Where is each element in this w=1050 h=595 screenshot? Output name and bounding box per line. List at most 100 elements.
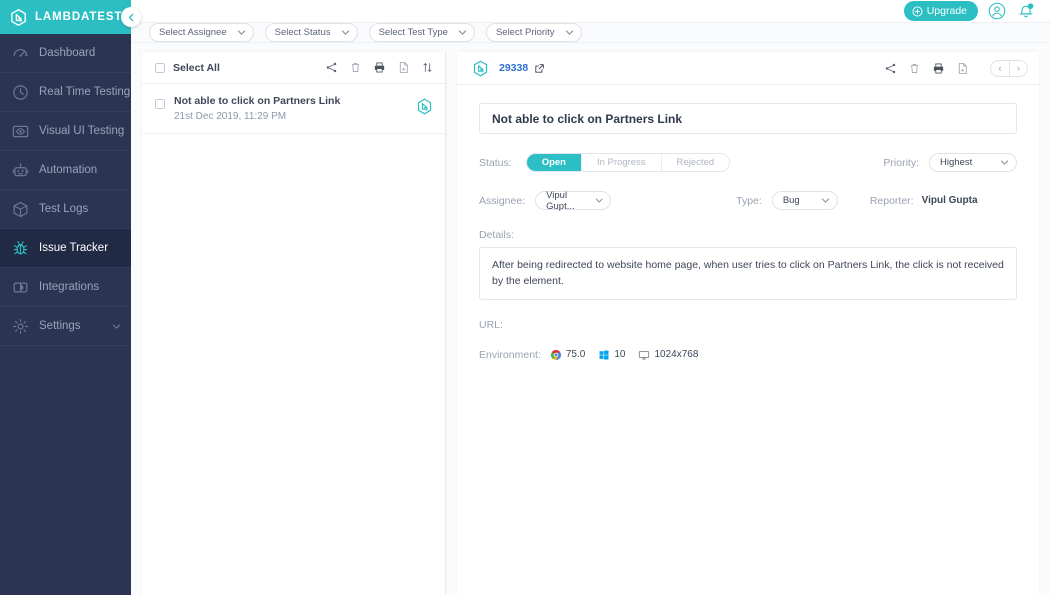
puzzle-icon [11, 278, 30, 297]
type-select[interactable]: Bug [772, 191, 838, 210]
list-item-date: 21st Dec 2019, 11:29 PM [174, 111, 340, 122]
lambdatest-hexagon-logo [471, 59, 490, 78]
issue-title: Not able to click on Partners Link [492, 112, 682, 126]
environment-label: Environment: [479, 349, 541, 361]
filter-label: Select Assignee [159, 27, 227, 38]
print-icon[interactable] [373, 61, 386, 74]
pdf-file-icon[interactable] [956, 62, 969, 75]
bug-icon [11, 239, 30, 258]
status-segmented-control: Open In Progress Rejected [526, 153, 730, 172]
windows-icon [598, 349, 610, 361]
app-root: LAMBDATEST Dashboard [0, 0, 1050, 595]
eye-screen-icon [11, 122, 30, 141]
topbar: Upgrade [131, 0, 1050, 22]
environment-os-value: 10 [614, 349, 625, 360]
environment-os: 10 [598, 349, 625, 361]
sidebar-item-label: Automation [39, 164, 97, 176]
details-textarea[interactable]: After being redirected to website home p… [479, 247, 1017, 300]
lambdatest-hexagon-logo [9, 8, 28, 27]
sidebar-item-integrations[interactable]: Integrations [0, 268, 131, 307]
monitor-icon [638, 349, 650, 361]
sidebar-item-settings[interactable]: Settings [0, 307, 131, 346]
trash-icon[interactable] [349, 61, 362, 74]
issue-list-panel: Select All [142, 52, 446, 595]
chevron-down-icon [341, 28, 350, 37]
chevron-left-icon [127, 13, 136, 22]
sidebar-collapse-button[interactable] [121, 7, 141, 27]
chevron-down-icon [458, 28, 467, 37]
filter-select-priority[interactable]: Select Priority [486, 23, 582, 42]
print-icon[interactable] [932, 62, 945, 75]
sidebar-item-label: Test Logs [39, 203, 88, 215]
box-icon [11, 200, 30, 219]
plus-circle-icon [912, 6, 923, 17]
content-area: Select All [131, 43, 1050, 595]
issue-id[interactable]: 29338 [499, 62, 528, 74]
share-icon[interactable] [884, 62, 897, 75]
external-link-icon[interactable] [534, 63, 545, 74]
pdf-file-icon[interactable] [397, 61, 410, 74]
issue-title-field[interactable]: Not able to click on Partners Link [479, 103, 1017, 134]
sidebar-item-label: Settings [39, 320, 81, 332]
list-item-checkbox[interactable] [155, 99, 165, 109]
sidebar-item-automation[interactable]: Automation [0, 151, 131, 190]
sidebar-item-dashboard[interactable]: Dashboard [0, 34, 131, 73]
sidebar-item-issue-tracker[interactable]: Issue Tracker [0, 229, 131, 268]
details-label: Details: [479, 229, 1017, 241]
detail-toolbar: ‹ › [884, 60, 1028, 77]
type-label: Type: [736, 195, 762, 207]
upgrade-label: Upgrade [927, 5, 967, 17]
environment-browser: 75.0 [550, 349, 585, 361]
details-text: After being redirected to website home p… [492, 259, 1004, 287]
sidebar-item-test-logs[interactable]: Test Logs [0, 190, 131, 229]
status-option-in-progress[interactable]: In Progress [581, 154, 661, 171]
filter-bar: Select Assignee Select Status Select Tes… [131, 22, 1050, 43]
sidebar-item-real-time-testing[interactable]: Real Time Testing [0, 73, 131, 112]
share-icon[interactable] [325, 61, 338, 74]
sidebar-item-label: Visual UI Testing [39, 125, 124, 137]
clock-icon [11, 83, 30, 102]
sidebar-nav: Dashboard Real Time Testing Visual UI Te… [0, 34, 131, 346]
chevron-down-icon [821, 196, 830, 205]
brand-header: LAMBDATEST [0, 0, 131, 34]
reporter-label: Reporter: [870, 195, 914, 207]
assignee-select[interactable]: Vipul Gupt... [535, 191, 611, 210]
sidebar-item-label: Integrations [39, 281, 99, 293]
chevron-down-icon [565, 28, 574, 37]
gauge-icon [11, 44, 30, 63]
priority-select[interactable]: Highest [929, 153, 1017, 172]
detail-pagination: ‹ › [990, 60, 1028, 77]
status-option-open[interactable]: Open [527, 154, 581, 171]
main-area: Upgrade Select Assignee [131, 0, 1050, 595]
filter-label: Select Priority [496, 27, 555, 38]
next-issue-button[interactable]: › [1009, 61, 1027, 76]
upgrade-button[interactable]: Upgrade [904, 1, 978, 21]
list-item-body: Not able to click on Partners Link 21st … [174, 95, 340, 122]
trash-icon[interactable] [908, 62, 921, 75]
priority-value: Highest [940, 157, 972, 168]
robot-icon [11, 161, 30, 180]
list-item[interactable]: Not able to click on Partners Link 21st … [142, 84, 445, 134]
filter-select-assignee[interactable]: Select Assignee [149, 23, 254, 42]
prev-issue-button[interactable]: ‹ [991, 61, 1009, 76]
select-all-label: Select All [173, 62, 220, 74]
sort-icon[interactable] [421, 61, 434, 74]
filter-select-status[interactable]: Select Status [265, 23, 358, 42]
sidebar-item-label: Real Time Testing [39, 86, 130, 98]
status-label: Status: [479, 157, 512, 169]
priority-label: Priority: [883, 157, 919, 169]
issue-detail-panel: 29338 [457, 52, 1039, 595]
url-label: URL: [479, 319, 1017, 331]
filter-select-test-type[interactable]: Select Test Type [369, 23, 475, 42]
list-header: Select All [142, 52, 445, 84]
chevron-down-icon [1000, 158, 1009, 167]
select-all-checkbox[interactable] [155, 63, 165, 73]
detail-header: 29338 [457, 52, 1039, 85]
sidebar-item-visual-ui-testing[interactable]: Visual UI Testing [0, 112, 131, 151]
environment-resolution-value: 1024x768 [654, 349, 698, 360]
sidebar: LAMBDATEST Dashboard [0, 0, 131, 595]
detail-body: Not able to click on Partners Link Statu… [457, 85, 1039, 361]
status-option-rejected[interactable]: Rejected [661, 154, 730, 171]
notification-button[interactable] [1016, 0, 1036, 22]
user-avatar-icon[interactable] [987, 1, 1007, 21]
